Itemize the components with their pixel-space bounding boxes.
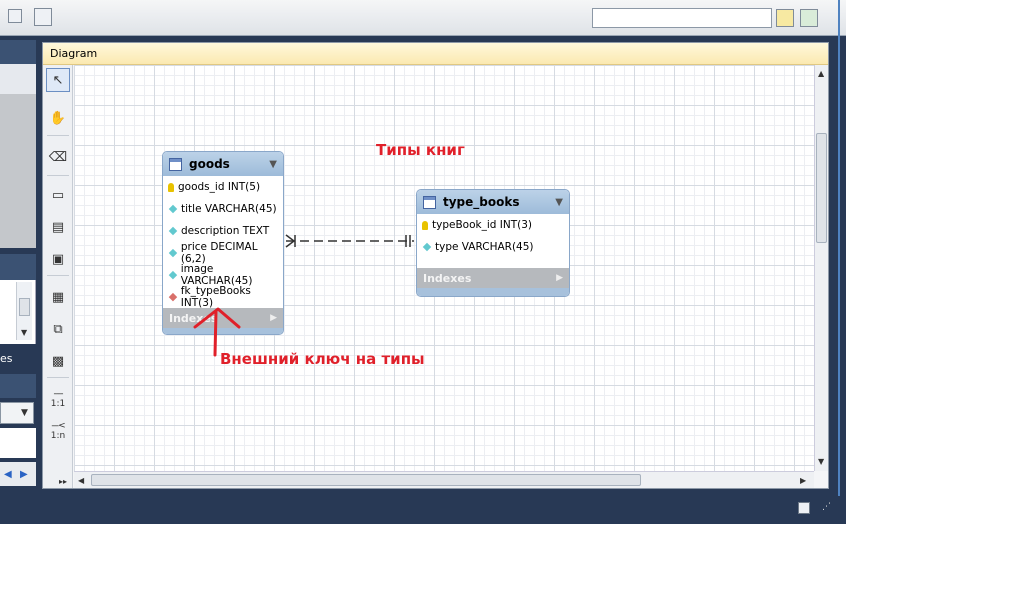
panel-toggle-icon[interactable] (800, 9, 818, 27)
rel-one-n-label: 1:n (50, 431, 66, 441)
left-panel-nav: ◀ ▶ (0, 462, 36, 486)
palette-expand-icon[interactable]: ▸▸ (59, 477, 67, 486)
diagram-panel: Diagram ↖ ✋ ⌫ ▭ ▤ ▣ ▦ ⧉ ▩ ---- 1:1 ---< … (42, 42, 829, 489)
left-panel-header-3 (0, 374, 36, 398)
left-panel-body (0, 94, 36, 248)
table-tool-icon[interactable]: ▦ (46, 285, 70, 309)
hand-tool-icon[interactable]: ✋ (46, 106, 70, 130)
search-icon[interactable] (776, 9, 794, 27)
dash-fork-icon: ---< (51, 421, 65, 431)
annotation-types-title: Типы книг (376, 141, 465, 159)
dash-line-icon: ---- (53, 389, 64, 399)
status-bar (0, 496, 846, 524)
note-tool-icon[interactable]: ▤ (46, 215, 70, 239)
view-tool-icon[interactable]: ⧉ (46, 317, 70, 341)
resize-grip-icon[interactable]: ⋰ (822, 502, 832, 514)
list-view-icon[interactable] (798, 502, 810, 514)
eraser-tool-icon[interactable]: ⌫ (46, 145, 70, 169)
left-panel-label: es (0, 352, 13, 365)
scroll-right-icon[interactable]: ▶ (800, 476, 806, 485)
routine-tool-icon[interactable]: ▩ (46, 349, 70, 373)
grid-icon[interactable] (8, 9, 22, 23)
image-tool-icon[interactable]: ▣ (46, 247, 70, 271)
scroll-up-icon[interactable]: ▲ (818, 69, 824, 78)
crowfoot-icon (285, 234, 295, 242)
new-document-icon[interactable] (34, 8, 52, 26)
diagram-canvas[interactable]: goods ▼ goods_id INT(5) title VARCHAR(45… (74, 65, 814, 471)
rel-one-one-label: 1:1 (50, 399, 66, 409)
canvas-vertical-scrollbar[interactable]: ▲ ▼ (814, 65, 828, 471)
canvas-horizontal-scrollbar[interactable]: ◀ ▶ (74, 471, 814, 488)
horizontal-scroll-thumb[interactable] (91, 474, 641, 486)
left-panel-area (0, 428, 36, 458)
left-panel-header (0, 40, 36, 64)
scroll-down-icon[interactable]: ▼ (818, 457, 824, 466)
annotation-fk-note: Внешний ключ на типы (220, 350, 425, 368)
left-list-scrollbar[interactable]: ▼ (16, 282, 32, 340)
layer-tool-icon[interactable]: ▭ (46, 183, 70, 207)
relationship-1-1-tool[interactable]: ---- 1:1 (46, 387, 70, 411)
annotation-arrow-icon (193, 307, 241, 357)
workbench-window: ▼ es ▼ ◀ ▶ Diagram ↖ ✋ ⌫ ▭ ▤ ▣ ▦ ⧉ ▩ ---… (0, 0, 846, 524)
arrow-left-icon[interactable]: ◀ (4, 469, 12, 480)
main-toolbar (0, 0, 846, 36)
left-panel-header-2 (0, 254, 36, 280)
left-panel-dropdown[interactable]: ▼ (0, 402, 34, 424)
left-list-scroll-thumb[interactable] (19, 298, 30, 316)
tool-palette: ↖ ✋ ⌫ ▭ ▤ ▣ ▦ ⧉ ▩ ---- 1:1 ---< 1:n ▸▸ (43, 65, 73, 488)
left-panel-selection[interactable] (0, 64, 36, 94)
diagram-tab-title[interactable]: Diagram (43, 43, 828, 65)
search-input[interactable] (592, 8, 772, 28)
vertical-scroll-thumb[interactable] (816, 133, 827, 243)
arrow-right-icon[interactable]: ▶ (20, 469, 28, 480)
relationship-1-n-tool[interactable]: ---< 1:n (46, 419, 70, 443)
crowfoot-icon (285, 240, 295, 248)
relationship-connector[interactable] (74, 65, 814, 471)
scroll-left-icon[interactable]: ◀ (78, 476, 84, 485)
chevron-down-icon: ▼ (21, 408, 28, 418)
scroll-down-icon[interactable]: ▼ (21, 328, 27, 337)
pointer-tool-icon[interactable]: ↖ (46, 68, 70, 92)
window-divider (838, 0, 840, 524)
